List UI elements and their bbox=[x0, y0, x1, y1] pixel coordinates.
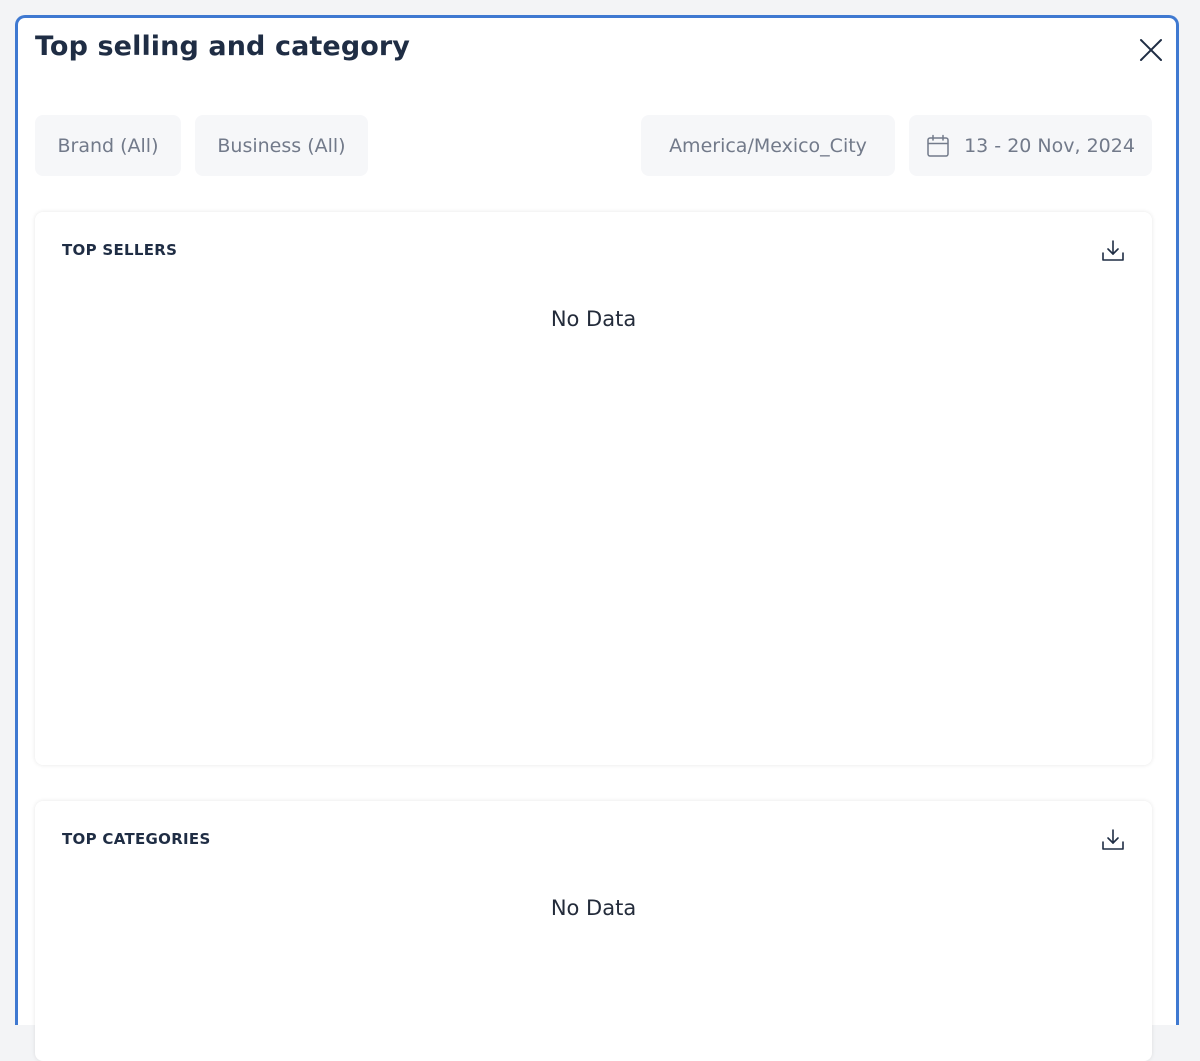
download-icon bbox=[1102, 240, 1124, 261]
brand-filter-label: Brand (All) bbox=[57, 134, 159, 157]
date-range-picker[interactable]: 13 - 20 Nov, 2024 bbox=[909, 115, 1152, 176]
timezone-selector[interactable]: America/Mexico_City bbox=[641, 115, 895, 176]
top-sellers-download-button[interactable] bbox=[1100, 238, 1126, 264]
close-icon bbox=[1140, 39, 1162, 61]
top-categories-empty-state: No Data bbox=[550, 896, 637, 920]
top-sellers-card: TOP SELLERS No Data bbox=[35, 212, 1152, 765]
brand-filter-dropdown[interactable]: Brand (All) bbox=[35, 115, 181, 176]
top-categories-card: TOP CATEGORIES No Data bbox=[35, 801, 1152, 1061]
top-categories-download-button[interactable] bbox=[1100, 827, 1126, 853]
date-range-label: 13 - 20 Nov, 2024 bbox=[964, 134, 1135, 157]
download-icon bbox=[1102, 829, 1124, 850]
modal-title: Top selling and category bbox=[35, 31, 411, 62]
top-sellers-empty-state: No Data bbox=[550, 307, 637, 331]
business-filter-dropdown[interactable]: Business (All) bbox=[195, 115, 368, 176]
top-categories-title: TOP CATEGORIES bbox=[62, 830, 211, 848]
top-selling-modal: Top selling and category Brand (All) Bus… bbox=[15, 15, 1179, 1061]
calendar-icon bbox=[927, 134, 949, 157]
close-button[interactable] bbox=[1136, 35, 1166, 65]
top-sellers-title: TOP SELLERS bbox=[62, 241, 178, 259]
timezone-label: America/Mexico_City bbox=[669, 134, 867, 157]
business-filter-label: Business (All) bbox=[217, 134, 346, 157]
